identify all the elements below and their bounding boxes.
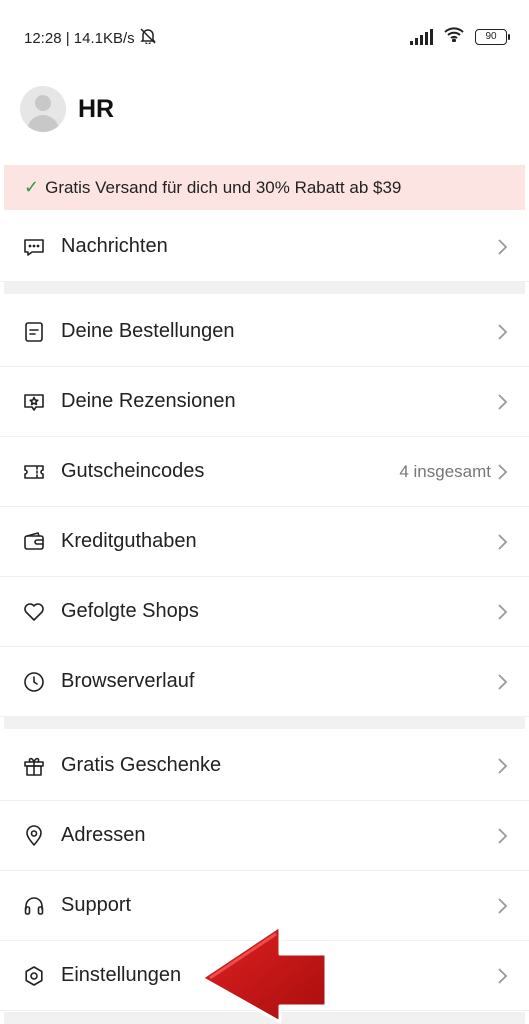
menu-item-browserverlauf[interactable]: Browserverlauf — [0, 647, 529, 717]
heart-icon — [22, 600, 46, 624]
chevron-right-icon — [495, 532, 509, 552]
menu-item-adressen[interactable]: Adressen — [0, 801, 529, 871]
chevron-right-icon — [495, 672, 509, 692]
battery-icon: 90 — [475, 28, 510, 45]
promo-banner[interactable]: ✓ Gratis Versand für dich und 30% Rabatt… — [4, 165, 525, 210]
clock-icon — [22, 670, 46, 694]
status-right: 90 — [410, 26, 510, 47]
menu-label: Adressen — [61, 824, 146, 846]
coupon-icon — [22, 460, 46, 484]
chevron-right-icon — [495, 322, 509, 342]
menu-label: Nachrichten — [61, 235, 168, 257]
gift-icon — [22, 754, 46, 778]
menu-item-rezensionen[interactable]: Deine Rezensionen — [0, 367, 529, 437]
menu-label: Gutscheincodes — [61, 460, 205, 482]
mute-notifications-icon — [139, 28, 157, 48]
menu-label: Deine Rezensionen — [61, 390, 236, 412]
location-icon — [22, 824, 46, 848]
menu-label: Deine Bestellungen — [61, 320, 235, 342]
section-divider — [4, 717, 525, 729]
chevron-right-icon — [495, 756, 509, 776]
section-divider — [4, 282, 525, 294]
menu-label: Gratis Geschenke — [61, 754, 222, 776]
signal-icon — [410, 28, 433, 45]
arrow-pointer-icon — [196, 922, 331, 1024]
menu-item-kreditguthaben[interactable]: Kreditguthaben — [0, 507, 529, 577]
menu-item-gratis-geschenke[interactable]: Gratis Geschenke — [0, 731, 529, 801]
chevron-right-icon — [495, 966, 509, 986]
headset-icon — [22, 894, 46, 918]
chevron-right-icon — [495, 602, 509, 622]
battery-level: 90 — [485, 31, 497, 42]
status-left: 12:28 | 14.1KB/s — [24, 28, 157, 48]
username: HR — [78, 94, 115, 123]
menu-item-bestellungen[interactable]: Deine Bestellungen — [0, 297, 529, 367]
chevron-right-icon — [495, 896, 509, 916]
menu-item-gefolgte-shops[interactable]: Gefolgte Shops — [0, 577, 529, 647]
status-bar: 12:28 | 14.1KB/s 90 — [0, 0, 529, 76]
reviews-icon — [22, 390, 46, 414]
status-time: 12:28 | 14.1KB/s — [24, 29, 135, 47]
wifi-icon — [443, 26, 465, 47]
menu-label: Browserverlauf — [61, 670, 195, 692]
orders-icon — [22, 320, 46, 344]
promo-text: Gratis Versand für dich und 30% Rabatt a… — [45, 177, 402, 197]
chevron-right-icon — [495, 462, 509, 482]
chevron-right-icon — [495, 237, 509, 257]
checkmark-icon: ✓ — [24, 177, 40, 197]
menu-item-nachrichten[interactable]: Nachrichten — [0, 212, 529, 282]
message-icon — [22, 235, 46, 259]
profile-header[interactable]: HR — [20, 86, 114, 132]
avatar[interactable] — [20, 86, 66, 132]
menu-label: Einstellungen — [61, 964, 182, 986]
menu-item-gutscheincodes[interactable]: Gutscheincodes 4 insgesamt — [0, 437, 529, 507]
chevron-right-icon — [495, 392, 509, 412]
coupon-count: 4 insgesamt — [399, 461, 491, 481]
menu-label: Kreditguthaben — [61, 530, 197, 552]
settings-icon — [22, 964, 46, 988]
menu-label: Gefolgte Shops — [61, 600, 199, 622]
wallet-icon — [22, 530, 46, 554]
menu-label: Support — [61, 894, 132, 916]
chevron-right-icon — [495, 826, 509, 846]
